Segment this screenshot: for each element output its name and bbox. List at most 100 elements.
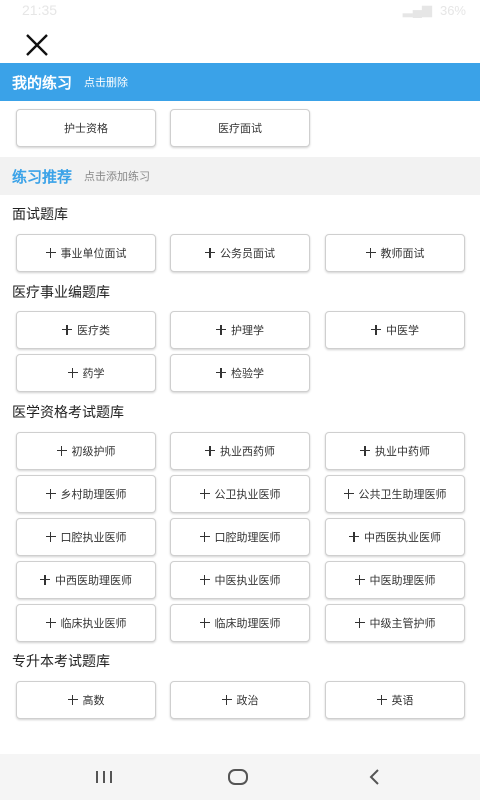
plus-icon bbox=[376, 695, 387, 705]
plus-icon bbox=[221, 695, 232, 705]
plus-icon bbox=[67, 368, 78, 378]
plus-icon bbox=[45, 618, 56, 628]
status-bar: 21:35 ▂▄▆ 36% bbox=[0, 0, 480, 22]
add-practice-chip[interactable]: 药学 bbox=[16, 354, 156, 392]
add-practice-chip[interactable]: 医疗类 bbox=[16, 311, 156, 349]
add-practice-chip[interactable]: 中医学 bbox=[325, 311, 465, 349]
back-icon[interactable] bbox=[352, 762, 396, 792]
group-title: 医学资格考试题库 bbox=[12, 405, 124, 421]
plus-icon bbox=[45, 489, 56, 499]
chip-label: 中西医执业医师 bbox=[364, 531, 441, 544]
add-practice-chip[interactable]: 高数 bbox=[16, 681, 156, 719]
group-title: 专升本考试题库 bbox=[12, 654, 110, 670]
group-title: 医疗事业编题库 bbox=[12, 285, 110, 301]
add-practice-chip[interactable]: 护理学 bbox=[170, 311, 310, 349]
chip-label: 中医学 bbox=[386, 324, 419, 337]
plus-icon bbox=[205, 446, 215, 456]
chip-label: 初级护师 bbox=[71, 445, 116, 458]
recent-apps-icon[interactable] bbox=[82, 762, 126, 792]
chip-label: 护理学 bbox=[231, 324, 264, 337]
plus-icon bbox=[216, 325, 226, 335]
chip-label: 检验学 bbox=[231, 367, 264, 380]
my-practice-item[interactable]: 护士资格 bbox=[16, 109, 156, 147]
chip-label: 教师面试 bbox=[380, 247, 425, 260]
add-practice-chip[interactable]: 中医助理医师 bbox=[325, 561, 465, 599]
status-time: 21:35 bbox=[22, 2, 58, 18]
my-practice-item[interactable]: 医疗面试 bbox=[170, 109, 310, 147]
chip-label: 公务员面试 bbox=[220, 247, 275, 260]
plus-icon bbox=[45, 532, 56, 542]
chip-label: 中医助理医师 bbox=[369, 574, 436, 587]
add-practice-chip[interactable]: 检验学 bbox=[170, 354, 310, 392]
add-practice-chip[interactable]: 中级主管护师 bbox=[325, 604, 465, 642]
plus-icon bbox=[371, 325, 381, 335]
chip-label: 高数 bbox=[82, 694, 105, 707]
add-practice-chip[interactable]: 公共卫生助理医师 bbox=[325, 475, 465, 513]
plus-icon bbox=[199, 618, 210, 628]
chip-label: 政治 bbox=[236, 694, 259, 707]
chip-label: 公共卫生助理医师 bbox=[358, 488, 447, 501]
plus-icon bbox=[56, 446, 67, 456]
add-practice-chip[interactable]: 执业西药师 bbox=[170, 432, 310, 470]
add-practice-chip[interactable]: 临床助理医师 bbox=[170, 604, 310, 642]
recommend-title: 练习推荐 bbox=[12, 167, 73, 186]
plus-icon bbox=[40, 575, 50, 585]
recommend-header: 练习推荐 点击添加练习 bbox=[0, 157, 480, 195]
chip-label: 医疗面试 bbox=[218, 122, 262, 135]
battery-text: 36% bbox=[439, 2, 466, 18]
system-nav-bar bbox=[0, 754, 480, 800]
plus-icon bbox=[354, 575, 365, 585]
plus-icon bbox=[360, 446, 370, 456]
my-practice-title: 我的练习 bbox=[12, 73, 73, 92]
chip-label: 中西医助理医师 bbox=[55, 574, 132, 587]
add-practice-chip[interactable]: 中西医助理医师 bbox=[16, 561, 156, 599]
add-practice-chip[interactable]: 教师面试 bbox=[325, 234, 465, 272]
my-practice-hint: 点击删除 bbox=[84, 76, 129, 89]
add-practice-chip[interactable]: 口腔执业医师 bbox=[16, 518, 156, 556]
chip-label: 事业单位面试 bbox=[60, 247, 127, 260]
add-practice-chip[interactable]: 临床执业医师 bbox=[16, 604, 156, 642]
plus-icon bbox=[67, 695, 78, 705]
recommend-hint: 点击添加练习 bbox=[84, 170, 151, 183]
add-practice-chip[interactable]: 乡村助理医师 bbox=[16, 475, 156, 513]
chip-label: 公卫执业医师 bbox=[214, 488, 281, 501]
chip-label: 护士资格 bbox=[64, 122, 108, 135]
add-practice-chip[interactable]: 公卫执业医师 bbox=[170, 475, 310, 513]
add-practice-chip[interactable]: 中西医执业医师 bbox=[325, 518, 465, 556]
add-practice-chip[interactable]: 事业单位面试 bbox=[16, 234, 156, 272]
add-practice-chip[interactable]: 英语 bbox=[325, 681, 465, 719]
plus-icon bbox=[354, 618, 365, 628]
plus-icon bbox=[45, 248, 56, 258]
chip-label: 医疗类 bbox=[77, 324, 110, 337]
plus-icon bbox=[199, 532, 210, 542]
home-icon[interactable] bbox=[216, 762, 260, 792]
add-practice-chip[interactable]: 政治 bbox=[170, 681, 310, 719]
add-practice-chip[interactable]: 执业中药师 bbox=[325, 432, 465, 470]
my-practice-header: 我的练习 点击删除 bbox=[0, 63, 480, 101]
chip-label: 中医执业医师 bbox=[214, 574, 281, 587]
plus-icon bbox=[199, 575, 210, 585]
add-practice-chip[interactable]: 公务员面试 bbox=[170, 234, 310, 272]
chip-label: 英语 bbox=[391, 694, 414, 707]
plus-icon bbox=[205, 248, 215, 258]
close-icon[interactable] bbox=[24, 32, 50, 58]
add-practice-chip[interactable]: 中医执业医师 bbox=[170, 561, 310, 599]
status-icons: ▂▄▆ 36% bbox=[403, 2, 466, 18]
plus-icon bbox=[216, 368, 226, 378]
plus-icon bbox=[349, 532, 359, 542]
chip-label: 口腔执业医师 bbox=[60, 531, 127, 544]
group-title: 面试题库 bbox=[12, 207, 68, 223]
chip-label: 临床执业医师 bbox=[60, 617, 127, 630]
chip-label: 药学 bbox=[82, 367, 105, 380]
plus-icon bbox=[62, 325, 72, 335]
chip-label: 执业中药师 bbox=[375, 445, 430, 458]
chip-label: 口腔助理医师 bbox=[214, 531, 281, 544]
chip-label: 临床助理医师 bbox=[214, 617, 281, 630]
add-practice-chip[interactable]: 初级护师 bbox=[16, 432, 156, 470]
plus-icon bbox=[199, 489, 210, 499]
plus-icon bbox=[343, 489, 354, 499]
chip-label: 执业西药师 bbox=[220, 445, 275, 458]
chip-label: 乡村助理医师 bbox=[60, 488, 127, 501]
add-practice-chip[interactable]: 口腔助理医师 bbox=[170, 518, 310, 556]
signal-icon: ▂▄▆ bbox=[402, 2, 432, 17]
